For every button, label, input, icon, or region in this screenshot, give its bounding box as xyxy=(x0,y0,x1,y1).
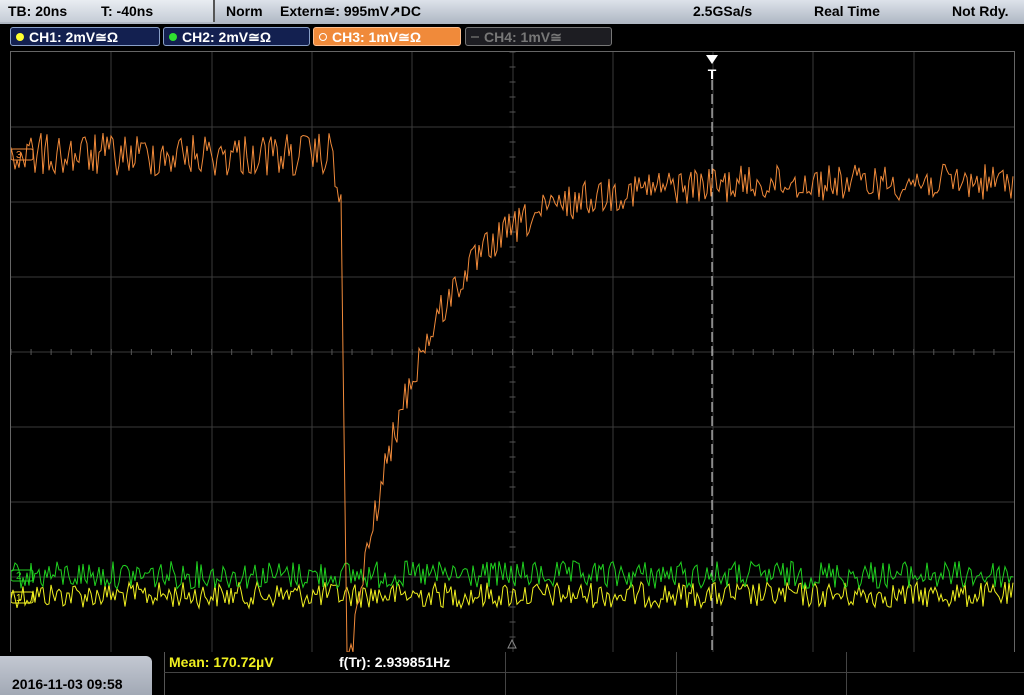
acquisition-status: Not Rdy. xyxy=(952,3,1009,19)
trigger-arrow-icon xyxy=(706,55,718,64)
ch3-level-label: 3 xyxy=(16,150,22,161)
mean-measurement[interactable]: Mean: 170.72µV xyxy=(169,654,274,670)
channel-4-label: CH4: 1mV≅ xyxy=(484,29,562,45)
trigger-mode[interactable]: Norm xyxy=(226,3,263,19)
channel-1-button[interactable]: CH1: 2mV≅Ω xyxy=(10,27,160,46)
channel-2-label: CH2: 2mV≅Ω xyxy=(182,29,272,45)
trigger-position[interactable]: T: -40ns xyxy=(101,3,153,19)
sample-rate[interactable]: 2.5GSa/s xyxy=(693,3,752,19)
trigger-source[interactable]: Extern≅: 995mV↗DC xyxy=(280,3,421,20)
channel-3-label: CH3: 1mV≅Ω xyxy=(332,29,422,45)
ch1-indicator-icon xyxy=(16,33,24,41)
trigger-label: T xyxy=(708,66,717,82)
channel-markers: 3 2 1 xyxy=(10,148,34,604)
waveform-canvas: T 3 2 1 xyxy=(10,51,1014,653)
meas-divider xyxy=(164,672,1024,673)
graticule xyxy=(10,51,1014,652)
timebase-value[interactable]: TB: 20ns xyxy=(8,3,67,19)
trigger-ref-icon xyxy=(507,638,517,649)
measurement-panel xyxy=(164,652,1024,695)
channel-2-button[interactable]: CH2: 2mV≅Ω xyxy=(163,27,310,46)
channel-4-button[interactable]: CH4: 1mV≅ xyxy=(465,27,612,46)
channel-bar: CH1: 2mV≅Ω CH2: 2mV≅Ω CH3: 1mV≅Ω CH4: 1m… xyxy=(0,24,1024,50)
meas-divider xyxy=(676,652,677,695)
ch1-level-label: 1 xyxy=(16,593,22,604)
meas-divider xyxy=(505,652,506,695)
datetime: 2016-11-03 09:58 xyxy=(12,676,123,692)
channel-3-button[interactable]: CH3: 1mV≅Ω xyxy=(313,27,461,46)
traces xyxy=(10,133,1014,653)
channel-1-label: CH1: 2mV≅Ω xyxy=(29,29,119,45)
ch2-trace xyxy=(10,560,1014,591)
waveform-display[interactable]: T 3 2 1 xyxy=(10,51,1015,653)
status-bar: TB: 20ns T: -40ns Norm Extern≅: 995mV↗DC… xyxy=(0,0,1024,25)
frequency-measurement[interactable]: f(Tr): 2.939851Hz xyxy=(339,654,450,670)
ch3-indicator-icon xyxy=(319,33,327,41)
ch1-trace xyxy=(10,580,1014,610)
ch2-indicator-icon xyxy=(169,33,177,41)
acquisition-mode[interactable]: Real Time xyxy=(814,3,880,19)
ch2-level-label: 2 xyxy=(16,571,22,582)
timebase-panel[interactable]: TB: 20ns T: -40ns xyxy=(0,0,215,22)
meas-divider xyxy=(846,652,847,695)
ch4-indicator-icon xyxy=(471,36,479,38)
